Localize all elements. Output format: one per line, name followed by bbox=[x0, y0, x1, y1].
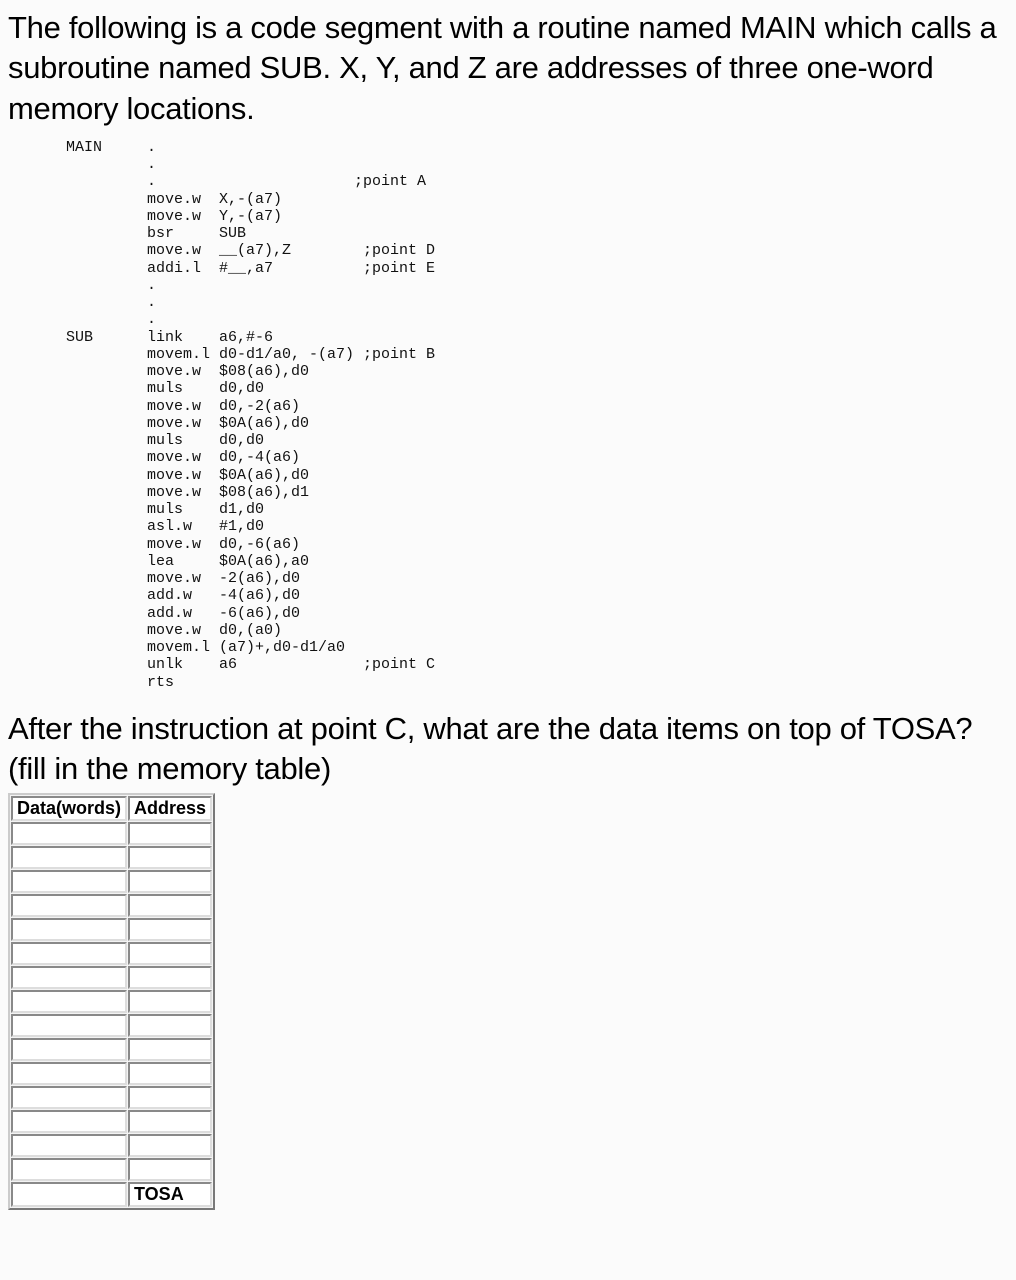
cell-address[interactable] bbox=[128, 822, 212, 845]
table-row bbox=[11, 1110, 212, 1133]
question-text: After the instruction at point C, what a… bbox=[8, 709, 1008, 790]
cell-data[interactable] bbox=[11, 1062, 127, 1085]
cell-data[interactable] bbox=[11, 1158, 127, 1181]
cell-address[interactable] bbox=[128, 1158, 212, 1181]
cell-data[interactable] bbox=[11, 822, 127, 845]
cell-address[interactable] bbox=[128, 942, 212, 965]
table-row bbox=[11, 1062, 212, 1085]
table-row bbox=[11, 1158, 212, 1181]
table-row bbox=[11, 942, 212, 965]
cell-address[interactable] bbox=[128, 1134, 212, 1157]
cell-data[interactable] bbox=[11, 1038, 127, 1061]
cell-data[interactable] bbox=[11, 1182, 127, 1207]
memory-table: Data(words) Address TOSA bbox=[8, 793, 215, 1210]
column-header-data: Data(words) bbox=[11, 796, 127, 821]
cell-data[interactable] bbox=[11, 1134, 127, 1157]
cell-address[interactable] bbox=[128, 1014, 212, 1037]
cell-address[interactable] bbox=[128, 990, 212, 1013]
cell-data[interactable] bbox=[11, 870, 127, 893]
cell-address[interactable] bbox=[128, 918, 212, 941]
table-row bbox=[11, 990, 212, 1013]
cell-address[interactable] bbox=[128, 846, 212, 869]
cell-data[interactable] bbox=[11, 1014, 127, 1037]
table-row bbox=[11, 966, 212, 989]
table-row bbox=[11, 846, 212, 869]
cell-address[interactable] bbox=[128, 1086, 212, 1109]
table-row bbox=[11, 1014, 212, 1037]
cell-address[interactable]: TOSA bbox=[128, 1182, 212, 1207]
cell-address[interactable] bbox=[128, 1062, 212, 1085]
cell-data[interactable] bbox=[11, 942, 127, 965]
cell-address[interactable] bbox=[128, 1110, 212, 1133]
column-header-address: Address bbox=[128, 796, 212, 821]
cell-data[interactable] bbox=[11, 1086, 127, 1109]
cell-address[interactable] bbox=[128, 894, 212, 917]
problem-heading: The following is a code segment with a r… bbox=[8, 8, 1008, 129]
table-row: TOSA bbox=[11, 1182, 212, 1207]
cell-data[interactable] bbox=[11, 1110, 127, 1133]
table-row bbox=[11, 870, 212, 893]
cell-address[interactable] bbox=[128, 870, 212, 893]
table-row bbox=[11, 1038, 212, 1061]
table-row bbox=[11, 894, 212, 917]
table-header-row: Data(words) Address bbox=[11, 796, 212, 821]
assembly-code-listing: MAIN . . . ;point A move.w X,-(a7) move.… bbox=[66, 139, 1008, 691]
table-row bbox=[11, 1086, 212, 1109]
cell-address[interactable] bbox=[128, 966, 212, 989]
cell-data[interactable] bbox=[11, 918, 127, 941]
cell-data[interactable] bbox=[11, 966, 127, 989]
table-row bbox=[11, 1134, 212, 1157]
cell-data[interactable] bbox=[11, 894, 127, 917]
table-row bbox=[11, 822, 212, 845]
cell-data[interactable] bbox=[11, 846, 127, 869]
cell-address[interactable] bbox=[128, 1038, 212, 1061]
cell-data[interactable] bbox=[11, 990, 127, 1013]
table-row bbox=[11, 918, 212, 941]
